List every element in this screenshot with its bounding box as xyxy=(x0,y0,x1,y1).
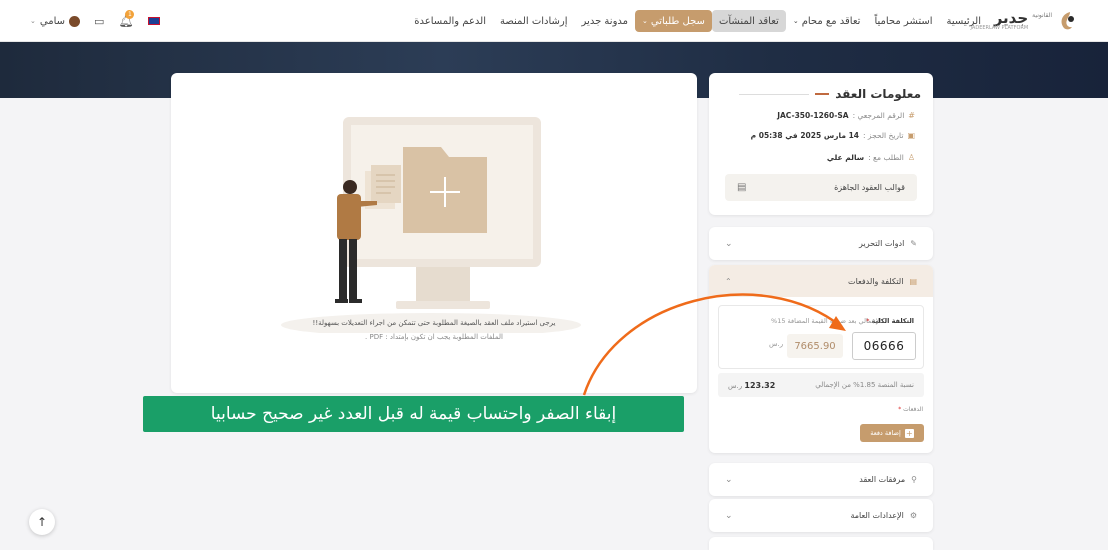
hash-icon: # xyxy=(908,111,915,120)
notification-bell[interactable]: 🔔︎ 1 xyxy=(118,10,135,28)
nav-guidelines[interactable]: إرشادات المنصة xyxy=(493,16,575,27)
upload-formats: الملفات المطلوبة يجب ان تكون بإمتداد : P… xyxy=(365,333,503,341)
scroll-top-button[interactable]: ↑ xyxy=(29,509,55,535)
accordion-next-partial[interactable] xyxy=(709,537,933,550)
party-label: الطلب مع : xyxy=(868,153,904,162)
edit-tools-label: ادوات التحرير xyxy=(859,239,905,248)
cost-payments-label: التكلفة والدفعات xyxy=(848,276,904,286)
nav-my-record[interactable]: سجل طلباتي ⌄ xyxy=(635,10,712,32)
nav-contract-lawyer[interactable]: تعاقد مع محام ⌄ xyxy=(786,16,868,27)
logo-tag: القانونية xyxy=(1032,12,1052,19)
contract-info-card: معلومات العقد # الرقم المرجعي : JAC-350-… xyxy=(709,73,933,215)
ready-templates-label: قوالب العقود الجاهزة xyxy=(834,183,905,192)
party-row: ♙ الطلب مع : سالم علي xyxy=(827,153,915,162)
nav-blog[interactable]: مدونة جدير xyxy=(575,16,636,27)
edit-icon: ✎ xyxy=(910,239,917,248)
contract-info-title: معلومات العقد xyxy=(739,87,921,101)
logo-name: جدير xyxy=(993,9,1029,27)
required-mark: * xyxy=(898,406,902,413)
date-label: تاريخ الحجز : xyxy=(863,131,904,140)
chevron-down-icon: ⌄ xyxy=(725,510,733,521)
ref-label: الرقم المرجعي : xyxy=(852,111,905,120)
installments-label: الدفعات * xyxy=(898,406,923,413)
installments-label-text: الدفعات xyxy=(903,406,923,413)
nav-contract-facilities[interactable]: تعاقد المنشآت xyxy=(711,10,786,32)
user-utilities: ⌄ سامي ▭ 🔔︎ 1 xyxy=(30,0,160,42)
chevron-up-icon: ⌃ xyxy=(725,276,732,286)
user-menu[interactable]: ⌄ سامي xyxy=(30,15,80,27)
vat-label: الإجمالي بعد ضريبة القيمة المضافة 15% xyxy=(771,317,882,325)
user-name: سامي xyxy=(39,15,65,27)
total-cost-input[interactable]: 06666 xyxy=(852,332,916,360)
chevron-down-icon: ⌄ xyxy=(792,17,799,25)
platform-fee-row: نسبة المنصة 1.85% من الإجمالي 123.32 ر.س xyxy=(718,373,924,397)
ready-templates-button[interactable]: قوالب العقود الجاهزة ▤ xyxy=(725,174,917,201)
accordion-cost-payments[interactable]: ▤ التكلفة والدفعات ⌃ xyxy=(709,265,933,297)
vat-total-value: 7665.90 xyxy=(787,334,843,358)
date-row: ▣ تاريخ الحجز : 14 مارس 2025 في 05:38 م xyxy=(751,131,915,140)
receipt-icon: ▤ xyxy=(909,276,917,286)
chevron-down-icon: ⌄ xyxy=(725,238,733,249)
fee-currency: ر.س xyxy=(728,381,743,390)
platform-fee-amount: 123.32 ر.س xyxy=(728,381,775,390)
contract-upload-area[interactable]: يرجى استيراد ملف العقد بالصيغة المطلوبة … xyxy=(171,73,697,393)
title-divider xyxy=(739,93,810,95)
ref-row: # الرقم المرجعي : JAC-350-1260-SA xyxy=(777,111,915,120)
general-settings-label: الإعدادات العامة xyxy=(850,511,904,520)
chevron-down-icon: ⌄ xyxy=(642,17,648,25)
calendar-icon: ▣ xyxy=(907,131,915,140)
top-navigation-bar: جدير JADEERLAW PLATFORM القانونية الرئيس… xyxy=(0,0,1108,42)
currency-label: ر.س xyxy=(769,340,784,348)
main-nav: الرئيسية استشر محامياً تعاقد مع محام ⌄ ت… xyxy=(407,0,988,42)
nav-consult[interactable]: استشر محامياً xyxy=(867,16,939,27)
platform-fee-label: نسبة المنصة 1.85% من الإجمالي xyxy=(815,381,914,389)
nav-my-record-label: سجل طلباتي xyxy=(650,15,705,27)
attachment-icon: ⚲ xyxy=(911,475,917,484)
document-icon: ▤ xyxy=(737,182,747,193)
add-installment-button[interactable]: + إضافة دفعة xyxy=(860,424,924,442)
gear-icon: ⚙ xyxy=(909,511,917,520)
accordion-general-settings[interactable]: ⚙ الإعدادات العامة ⌄ xyxy=(709,499,933,532)
logo-mark-icon xyxy=(1061,12,1074,30)
add-installment-label: إضافة دفعة xyxy=(870,429,901,437)
ref-value: JAC-350-1260-SA xyxy=(777,111,849,120)
accordion-edit-tools[interactable]: ✎ ادوات التحرير ⌄ xyxy=(709,227,933,260)
attachments-label: مرفقات العقد xyxy=(859,475,906,484)
cost-payments-section: ▤ التكلفة والدفعات ⌃ التكلفة الكلية * ال… xyxy=(709,265,933,453)
arrow-up-icon: ↑ xyxy=(36,515,48,529)
plus-icon: + xyxy=(904,428,914,438)
user-icon: ♙ xyxy=(907,153,915,162)
title-accent xyxy=(815,93,830,95)
avatar xyxy=(69,15,80,27)
chevron-down-icon: ⌄ xyxy=(725,474,733,485)
nav-support[interactable]: الدعم والمساعدة xyxy=(407,16,493,27)
chat-icon[interactable]: ▭ xyxy=(94,15,104,28)
platform-fee-value: 123.32 xyxy=(744,380,776,390)
date-value: 14 مارس 2025 في 05:38 م xyxy=(750,131,860,140)
nav-home[interactable]: الرئيسية xyxy=(940,16,988,27)
nav-contract-lawyer-label: تعاقد مع محام xyxy=(801,15,861,27)
chevron-down-icon: ⌄ xyxy=(30,17,36,25)
party-value: سالم علي xyxy=(826,153,865,162)
cost-box: التكلفة الكلية * الإجمالي بعد ضريبة القي… xyxy=(718,305,924,369)
annotation-caption: إبقاء الصفر واحتساب قيمة له قبل العدد غي… xyxy=(143,396,684,432)
accordion-attachments[interactable]: ⚲ مرفقات العقد ⌄ xyxy=(709,463,933,496)
contract-info-title-text: معلومات العقد xyxy=(835,87,921,101)
language-flag-icon[interactable] xyxy=(147,17,160,25)
upload-hint: يرجى استيراد ملف العقد بالصيغة المطلوبة … xyxy=(312,319,556,327)
upload-illustration xyxy=(281,117,581,333)
